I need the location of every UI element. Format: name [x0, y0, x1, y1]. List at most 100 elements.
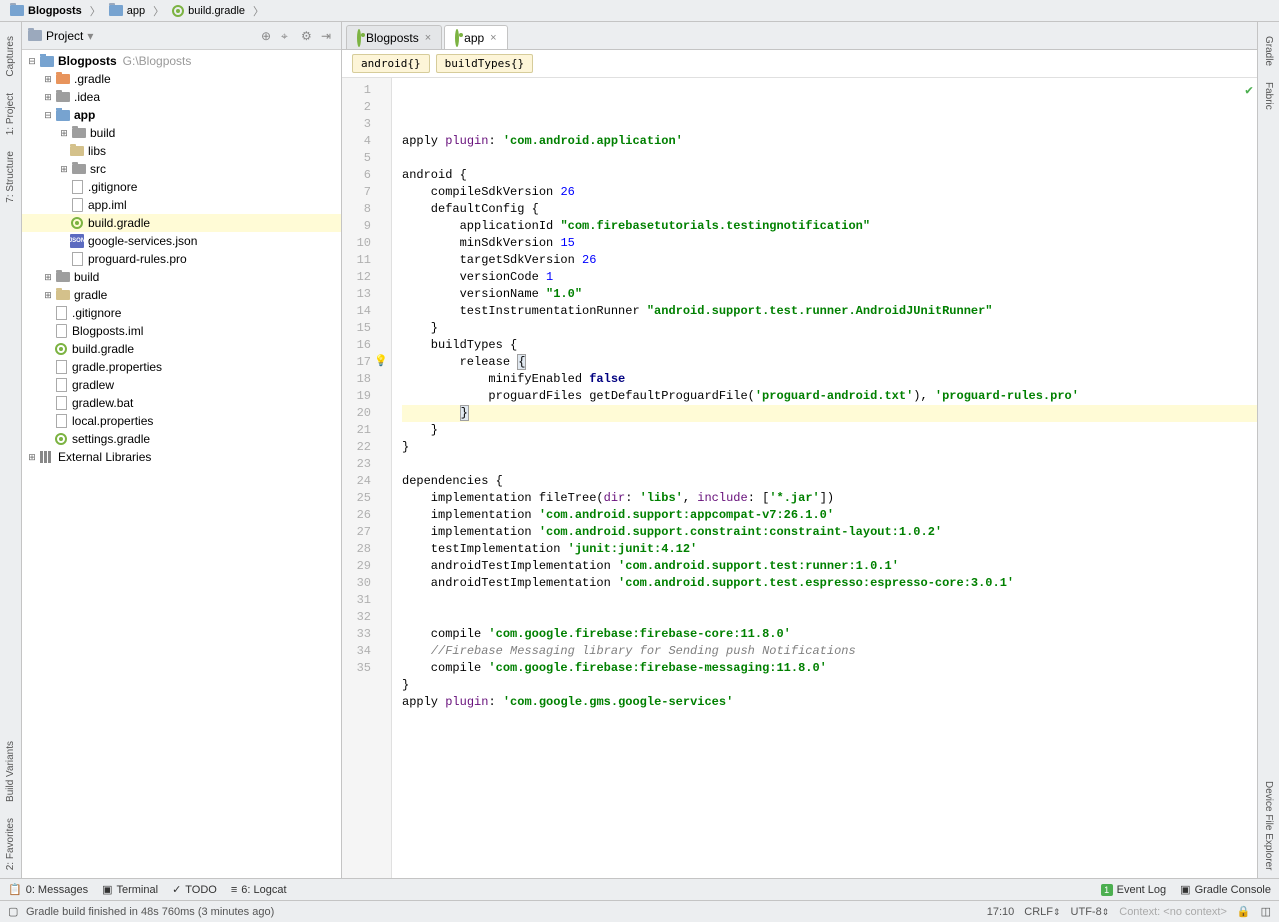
tree-item[interactable]: .gitignore — [22, 304, 341, 322]
code-line[interactable] — [402, 711, 1257, 728]
code-line[interactable]: implementation fileTree(dir: 'libs', inc… — [402, 490, 1257, 507]
tab-messages[interactable]: 📋 0: Messages — [8, 883, 88, 896]
code-line[interactable]: dependencies { — [402, 473, 1257, 490]
tree-item[interactable]: JSONgoogle-services.json — [22, 232, 341, 250]
rail-structure[interactable]: 7: Structure — [5, 143, 16, 211]
code-line[interactable]: } — [402, 422, 1257, 439]
editor-tab[interactable]: Blogposts× — [346, 25, 442, 49]
rail-device-explorer[interactable]: Device File Explorer — [1263, 773, 1274, 878]
code-line[interactable]: //Firebase Messaging library for Sending… — [402, 643, 1257, 660]
tree-item[interactable]: ⊞.gradle — [22, 70, 341, 88]
tree-item[interactable]: ⊞build — [22, 268, 341, 286]
tree-item-build-gradle[interactable]: build.gradle — [22, 214, 341, 232]
code-line[interactable]: testImplementation 'junit:junit:4.12' — [402, 541, 1257, 558]
tree-item[interactable]: gradle.properties — [22, 358, 341, 376]
code-line[interactable]: android { — [402, 167, 1257, 184]
context-selector[interactable]: Context: <no context> — [1119, 906, 1227, 918]
tree-item[interactable]: settings.gradle — [22, 430, 341, 448]
tree-item-ext-lib[interactable]: ⊞External Libraries — [22, 448, 341, 466]
tree-item[interactable]: ⊞src — [22, 160, 341, 178]
code-line[interactable]: compile 'com.google.firebase:firebase-me… — [402, 660, 1257, 677]
plus-icon[interactable]: ⊞ — [26, 451, 38, 463]
rail-captures[interactable]: Captures — [5, 28, 16, 85]
code-line[interactable]: compile 'com.google.firebase:firebase-co… — [402, 626, 1257, 643]
code-line[interactable]: } — [402, 677, 1257, 694]
code-line[interactable]: minSdkVersion 15 — [402, 235, 1257, 252]
code-line[interactable]: proguardFiles getDefaultProguardFile('pr… — [402, 388, 1257, 405]
rail-gradle[interactable]: Gradle — [1263, 28, 1274, 74]
breadcrumb-item[interactable]: Blogposts — [4, 5, 88, 17]
plus-icon[interactable]: ⊞ — [42, 91, 54, 103]
minus-icon[interactable]: ⊟ — [42, 109, 54, 121]
close-icon[interactable]: × — [490, 32, 496, 44]
tree-item[interactable]: gradlew.bat — [22, 394, 341, 412]
code-line[interactable]: versionCode 1 — [402, 269, 1257, 286]
tree-item[interactable]: ⊞.idea — [22, 88, 341, 106]
code-line[interactable] — [402, 609, 1257, 626]
code-line[interactable]: apply plugin: 'com.android.application' — [402, 133, 1257, 150]
tab-terminal[interactable]: ▣ Terminal — [102, 883, 158, 896]
tree-item[interactable]: app.iml — [22, 196, 341, 214]
project-tree[interactable]: ⊟BlogpostsG:\Blogposts ⊞.gradle ⊞.idea ⊟… — [22, 50, 341, 878]
code-line[interactable] — [402, 150, 1257, 167]
line-separator[interactable]: CRLF⇕ — [1024, 906, 1060, 918]
breadcrumb-item[interactable]: build.gradle — [166, 5, 251, 17]
code-line[interactable]: minifyEnabled false — [402, 371, 1257, 388]
tab-todo[interactable]: ✓ TODO — [172, 883, 217, 896]
minus-icon[interactable]: ⊟ — [26, 55, 38, 67]
code-line[interactable]: defaultConfig { — [402, 201, 1257, 218]
tab-event-log[interactable]: 1Event Log — [1101, 883, 1167, 896]
code-line[interactable]: } — [402, 320, 1257, 337]
code-line[interactable]: implementation 'com.android.support:appc… — [402, 507, 1257, 524]
code-crumb[interactable]: buildTypes{} — [436, 54, 533, 73]
rail-project[interactable]: 1: Project — [5, 85, 16, 143]
code-line[interactable]: } — [402, 439, 1257, 456]
rail-favorites[interactable]: 2: Favorites — [5, 810, 16, 878]
tree-item-app[interactable]: ⊟app — [22, 106, 341, 124]
plus-icon[interactable]: ⊞ — [58, 127, 70, 139]
rail-fabric[interactable]: Fabric — [1263, 74, 1274, 118]
code-line[interactable]: buildTypes { — [402, 337, 1257, 354]
cursor-position[interactable]: 17:10 — [987, 906, 1015, 918]
code-line[interactable]: implementation 'com.android.support.cons… — [402, 524, 1257, 541]
code-editor[interactable]: ✔ apply plugin: 'com.android.application… — [392, 78, 1257, 878]
code-line[interactable]: targetSdkVersion 26 — [402, 252, 1257, 269]
close-icon[interactable]: × — [425, 32, 431, 44]
code-line[interactable] — [402, 456, 1257, 473]
code-line[interactable]: androidTestImplementation 'com.android.s… — [402, 575, 1257, 592]
code-line[interactable]: compileSdkVersion 26 — [402, 184, 1257, 201]
tab-gradle-console[interactable]: ▣ Gradle Console — [1180, 883, 1271, 896]
encoding[interactable]: UTF-8⇕ — [1071, 906, 1110, 918]
breadcrumb-item[interactable]: app — [103, 5, 151, 17]
tree-item[interactable]: local.properties — [22, 412, 341, 430]
plus-icon[interactable]: ⊞ — [42, 289, 54, 301]
tree-root[interactable]: ⊟BlogpostsG:\Blogposts — [22, 52, 341, 70]
plus-icon[interactable]: ⊞ — [42, 271, 54, 283]
code-line[interactable]: androidTestImplementation 'com.android.s… — [402, 558, 1257, 575]
code-crumb[interactable]: android{} — [352, 54, 430, 73]
intention-bulb-icon[interactable]: 💡 — [374, 354, 388, 371]
editor-tab[interactable]: app× — [444, 25, 507, 49]
code-line[interactable] — [402, 592, 1257, 609]
tree-item[interactable]: .gitignore — [22, 178, 341, 196]
code-line[interactable]: apply plugin: 'com.google.gms.google-ser… — [402, 694, 1257, 711]
rail-build-variants[interactable]: Build Variants — [5, 733, 16, 810]
tree-item[interactable]: proguard-rules.pro — [22, 250, 341, 268]
tree-item[interactable]: gradlew — [22, 376, 341, 394]
tab-logcat[interactable]: ≡ 6: Logcat — [231, 884, 287, 896]
tree-item[interactable]: libs — [22, 142, 341, 160]
project-view-selector[interactable]: Project — [46, 29, 83, 43]
lock-icon[interactable]: 🔒 — [1237, 905, 1251, 918]
tree-item[interactable]: ⊞build — [22, 124, 341, 142]
tree-item[interactable]: Blogposts.iml — [22, 322, 341, 340]
hide-icon[interactable]: ◫ — [1261, 905, 1271, 918]
code-line[interactable]: applicationId "com.firebasetutorials.tes… — [402, 218, 1257, 235]
code-line[interactable]: testInstrumentationRunner "android.suppo… — [402, 303, 1257, 320]
plus-icon[interactable]: ⊞ — [58, 163, 70, 175]
target-icon[interactable]: ⌖ — [281, 29, 295, 43]
tree-item[interactable]: ⊞gradle — [22, 286, 341, 304]
collapse-icon[interactable]: ⊕ — [261, 29, 275, 43]
plus-icon[interactable]: ⊞ — [42, 73, 54, 85]
line-gutter[interactable]: 1234567891011121314151617💡18192021222324… — [342, 78, 392, 878]
code-line[interactable]: } — [402, 405, 1257, 422]
